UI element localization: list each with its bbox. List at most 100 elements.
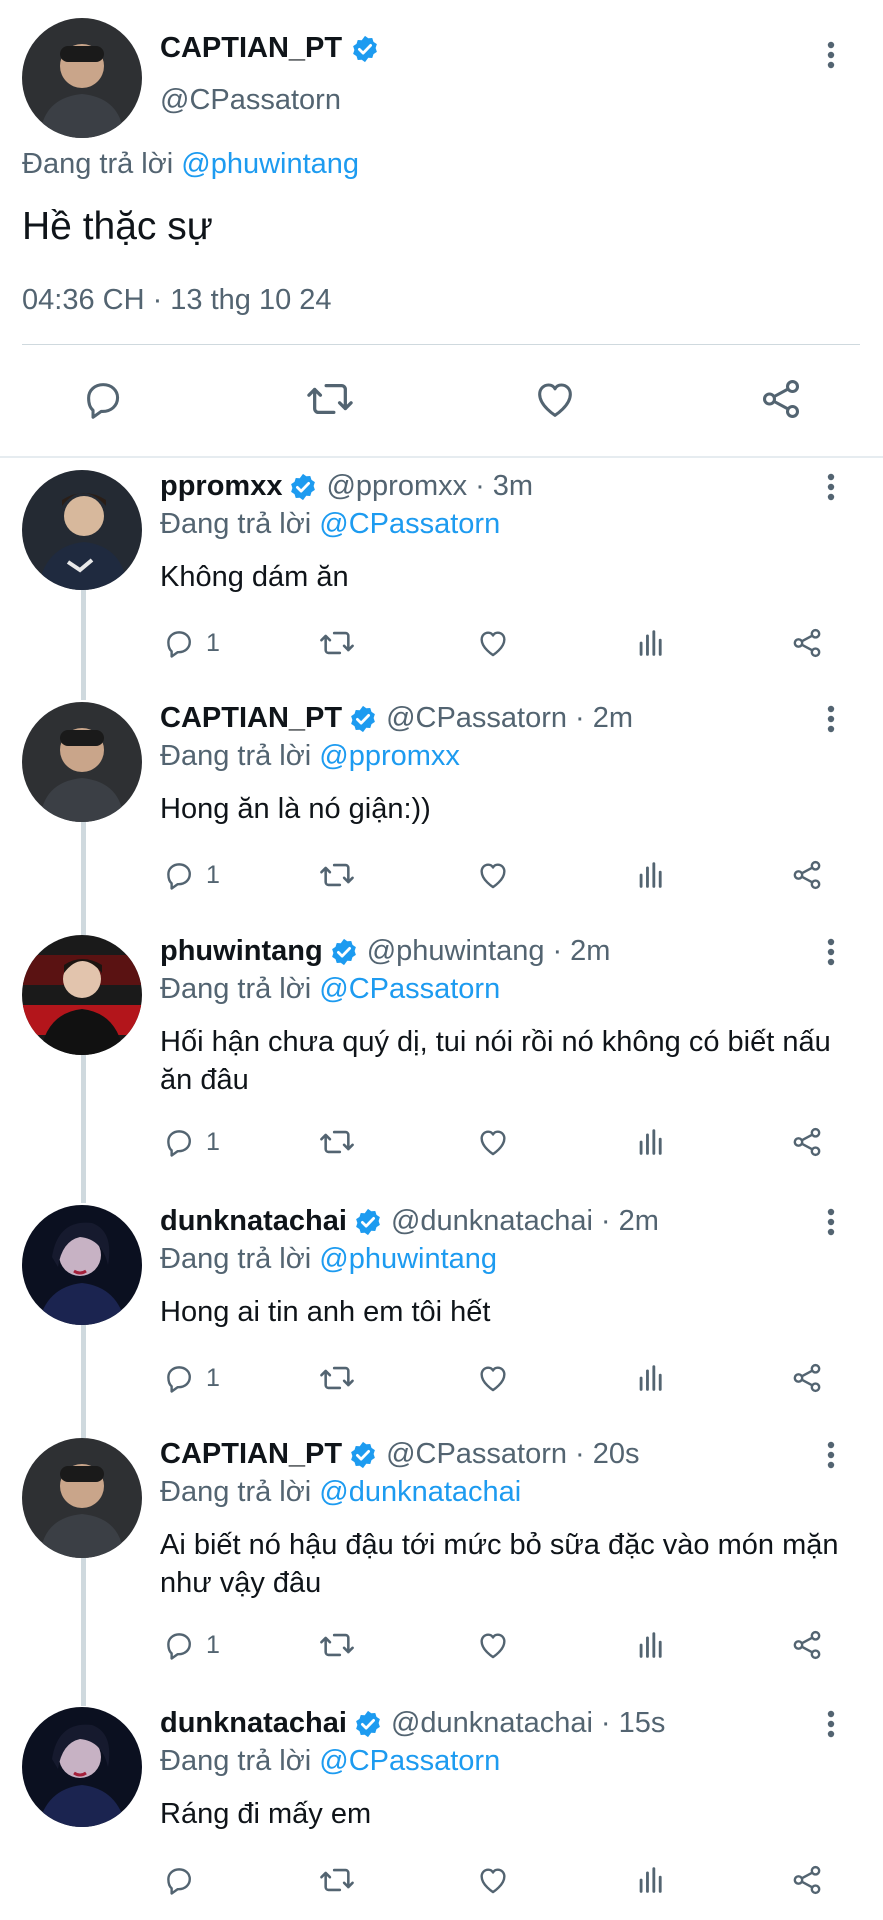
avatar[interactable] <box>22 702 142 822</box>
share-icon[interactable] <box>790 1628 824 1662</box>
share-icon[interactable] <box>758 376 804 422</box>
handle[interactable]: @CPassatorn <box>386 702 567 735</box>
more-vertical-icon[interactable] <box>825 704 837 734</box>
analytics-action[interactable] <box>634 1863 668 1897</box>
analytics-action[interactable] <box>634 1628 668 1662</box>
avatar[interactable] <box>22 935 142 1055</box>
more-vertical-icon[interactable] <box>825 937 837 967</box>
mention-link[interactable]: @CPassatorn <box>319 1745 500 1777</box>
analytics-action[interactable] <box>634 858 668 892</box>
like-action[interactable] <box>476 626 510 660</box>
share-icon[interactable] <box>790 1125 824 1159</box>
like-icon[interactable] <box>476 1628 510 1662</box>
retweet-icon[interactable] <box>305 376 355 422</box>
reply-icon[interactable] <box>162 1125 196 1159</box>
more-vertical-icon[interactable] <box>825 1440 837 1470</box>
like-action[interactable] <box>476 1125 510 1159</box>
retweet-icon[interactable] <box>318 858 356 892</box>
like-icon[interactable] <box>476 858 510 892</box>
retweet-action[interactable] <box>318 1125 356 1159</box>
analytics-action[interactable] <box>634 1361 668 1395</box>
handle[interactable]: @CPassatorn <box>160 84 341 117</box>
mention-link[interactable]: @CPassatorn <box>319 508 500 540</box>
display-name-text[interactable]: CAPTIAN_PT <box>160 32 342 65</box>
analytics-icon[interactable] <box>634 1361 668 1395</box>
like-action[interactable] <box>476 1628 510 1662</box>
reply-action[interactable]: 1 <box>162 626 220 660</box>
display-name[interactable]: dunknatachai <box>160 1707 347 1740</box>
display-name[interactable]: dunknatachai <box>160 1205 347 1238</box>
display-name[interactable]: phuwintang <box>160 935 323 968</box>
reply-action[interactable] <box>162 1863 206 1897</box>
avatar[interactable] <box>22 1205 142 1325</box>
reply-action[interactable]: 1 <box>162 1628 220 1662</box>
more-vertical-icon[interactable] <box>825 1207 837 1237</box>
share-action[interactable] <box>790 1628 824 1662</box>
handle[interactable]: @ppromxx <box>326 470 467 503</box>
handle[interactable]: @dunknatachai <box>391 1205 593 1238</box>
display-name[interactable]: CAPTIAN_PT <box>160 1438 342 1471</box>
analytics-icon[interactable] <box>634 858 668 892</box>
display-name[interactable]: CAPTIAN_PT <box>160 702 342 735</box>
retweet-icon[interactable] <box>318 1628 356 1662</box>
relative-time[interactable]: 3m <box>493 470 533 503</box>
avatar[interactable] <box>22 470 142 590</box>
more-vertical-icon[interactable] <box>825 40 837 70</box>
like-icon[interactable] <box>476 626 510 660</box>
share-icon[interactable] <box>790 626 824 660</box>
mention-link[interactable]: @phuwintang <box>181 148 359 180</box>
relative-time[interactable]: 2m <box>593 702 633 735</box>
avatar[interactable] <box>22 1707 142 1827</box>
relative-time[interactable]: 20s <box>593 1438 640 1471</box>
retweet-action[interactable] <box>318 1361 356 1395</box>
share-action[interactable] <box>790 1361 824 1395</box>
reply-action[interactable]: 1 <box>162 858 220 892</box>
reply-icon[interactable] <box>80 376 126 422</box>
mention-link[interactable]: @dunknatachai <box>319 1476 521 1508</box>
reply-icon[interactable] <box>162 1863 196 1897</box>
mention-link[interactable]: @CPassatorn <box>319 973 500 1005</box>
avatar[interactable] <box>22 1438 142 1558</box>
retweet-icon[interactable] <box>318 626 356 660</box>
tweet-timestamp[interactable]: 04:36 CH · 13 thg 10 24 <box>22 284 332 317</box>
reply-icon[interactable] <box>162 1628 196 1662</box>
share-icon[interactable] <box>790 1863 824 1897</box>
like-icon[interactable] <box>532 376 578 422</box>
analytics-icon[interactable] <box>634 1125 668 1159</box>
display-name[interactable]: CAPTIAN_PT <box>160 32 380 65</box>
retweet-icon[interactable] <box>318 1125 356 1159</box>
retweet-action[interactable] <box>318 1863 356 1897</box>
handle[interactable]: @phuwintang <box>367 935 545 968</box>
share-icon[interactable] <box>790 858 824 892</box>
more-vertical-icon[interactable] <box>825 472 837 502</box>
like-icon[interactable] <box>476 1361 510 1395</box>
retweet-action[interactable] <box>318 626 356 660</box>
more-vertical-icon[interactable] <box>825 1709 837 1739</box>
retweet-action[interactable] <box>318 858 356 892</box>
reply-icon[interactable] <box>162 858 196 892</box>
analytics-action[interactable] <box>634 626 668 660</box>
like-action[interactable] <box>476 1863 510 1897</box>
handle[interactable]: @CPassatorn <box>386 1438 567 1471</box>
reply-icon[interactable] <box>162 626 196 660</box>
like-action[interactable] <box>476 858 510 892</box>
share-action[interactable] <box>790 1863 824 1897</box>
handle[interactable]: @dunknatachai <box>391 1707 593 1740</box>
mention-link[interactable]: @ppromxx <box>319 740 460 772</box>
relative-time[interactable]: 2m <box>619 1205 659 1238</box>
like-action[interactable] <box>476 1361 510 1395</box>
reply-action[interactable]: 1 <box>162 1361 220 1395</box>
relative-time[interactable]: 2m <box>570 935 610 968</box>
display-name[interactable]: ppromxx <box>160 470 282 503</box>
reply-icon[interactable] <box>162 1361 196 1395</box>
analytics-action[interactable] <box>634 1125 668 1159</box>
analytics-icon[interactable] <box>634 626 668 660</box>
share-icon[interactable] <box>790 1361 824 1395</box>
analytics-icon[interactable] <box>634 1863 668 1897</box>
share-action[interactable] <box>790 858 824 892</box>
share-action[interactable] <box>790 626 824 660</box>
like-icon[interactable] <box>476 1125 510 1159</box>
relative-time[interactable]: 15s <box>619 1707 666 1740</box>
share-action[interactable] <box>790 1125 824 1159</box>
like-icon[interactable] <box>476 1863 510 1897</box>
